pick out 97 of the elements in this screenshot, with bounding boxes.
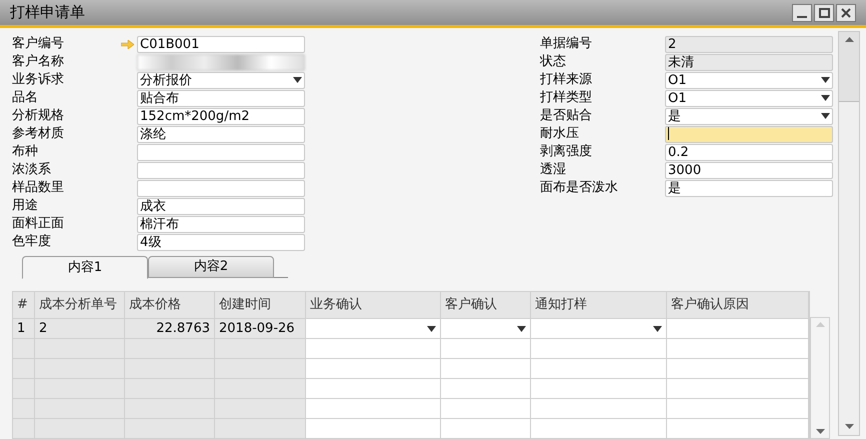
column-header[interactable]: 通知打样 — [531, 292, 667, 318]
dropdown-arrow-icon — [427, 326, 436, 332]
column-header[interactable]: 客户确认原因 — [667, 292, 809, 318]
scroll-down-icon[interactable] — [844, 424, 854, 429]
table-cell[interactable] — [441, 379, 531, 398]
input-field[interactable]: 152cm*200g/m2 — [137, 108, 305, 124]
dropdown-arrow-icon — [517, 326, 526, 332]
input-field[interactable] — [137, 144, 305, 160]
column-header[interactable]: 创建时间 — [215, 292, 306, 318]
field-label: 单据编号 — [540, 36, 593, 52]
column-header[interactable]: 客户确认 — [441, 292, 531, 318]
window-scrollbar[interactable] — [838, 31, 860, 436]
table-cell[interactable] — [441, 399, 531, 418]
input-field[interactable] — [137, 180, 305, 196]
close-button[interactable] — [836, 4, 856, 22]
scroll-up-icon[interactable] — [844, 37, 854, 42]
input-field[interactable] — [137, 162, 305, 178]
field-label: 品名 — [12, 90, 39, 106]
dropdown-field[interactable]: 分析报价 — [137, 72, 305, 88]
input-field[interactable]: 4级 — [137, 234, 305, 250]
table-cell[interactable] — [441, 319, 531, 338]
field-label: 布种 — [12, 144, 39, 160]
table-cell[interactable] — [667, 379, 809, 398]
table-cell[interactable] — [441, 339, 531, 358]
field-label: 打样来源 — [540, 72, 593, 88]
scroll-down-icon[interactable] — [816, 429, 824, 434]
blurred-field[interactable] — [137, 54, 305, 70]
dropdown-arrow-icon — [821, 77, 830, 83]
input-field[interactable]: 贴合布 — [137, 90, 305, 106]
arrow-icon[interactable] — [121, 40, 134, 48]
field-label: 耐水压 — [540, 126, 580, 142]
text-cursor — [668, 127, 669, 140]
tab[interactable]: 内容2 — [148, 256, 274, 278]
dropdown-arrow-icon — [821, 95, 830, 101]
dropdown-arrow-icon — [293, 77, 302, 83]
table-cell[interactable] — [531, 339, 667, 358]
table-cell[interactable] — [667, 419, 809, 438]
input-field[interactable]: C01B001 — [137, 36, 305, 52]
dropdown-arrow-icon — [653, 326, 662, 332]
column-header[interactable]: 业务确认 — [306, 292, 441, 318]
column-header[interactable]: # — [13, 292, 35, 318]
input-field[interactable]: 是 — [665, 180, 833, 196]
dropdown-field[interactable]: O1 — [665, 72, 833, 88]
minimize-icon — [797, 16, 807, 18]
dropdown-field[interactable]: O1 — [665, 90, 833, 106]
field-label: 浓淡系 — [12, 162, 52, 178]
input-field[interactable]: 棉汗布 — [137, 216, 305, 232]
table-cell[interactable] — [667, 339, 809, 358]
table-cell[interactable] — [531, 359, 667, 378]
field-label: 剥离强度 — [540, 144, 593, 160]
dropdown-field[interactable]: 是 — [665, 108, 833, 124]
table-scrollbar[interactable] — [810, 317, 830, 439]
input-field[interactable] — [665, 126, 833, 142]
field-label: 打样类型 — [540, 90, 593, 106]
field-label: 参考材质 — [12, 126, 65, 142]
close-icon — [841, 8, 851, 18]
field-label: 业务诉求 — [12, 72, 65, 88]
input-field[interactable]: 2 — [665, 36, 833, 52]
field-label: 透湿 — [540, 162, 567, 178]
field-label: 客户编号 — [12, 36, 65, 52]
maximize-button[interactable] — [814, 4, 834, 22]
column-header[interactable]: 成本分析单号 — [35, 292, 125, 318]
input-field[interactable]: 3000 — [665, 162, 833, 178]
input-field[interactable]: 未清 — [665, 54, 833, 70]
table-cell[interactable] — [306, 339, 441, 358]
table-cell[interactable] — [531, 419, 667, 438]
table-cell[interactable] — [306, 359, 441, 378]
table-cell[interactable] — [531, 379, 667, 398]
field-label: 面布是否泼水 — [540, 180, 619, 196]
field-label: 用途 — [12, 198, 39, 214]
table-cell[interactable] — [441, 359, 531, 378]
table-cell[interactable] — [667, 319, 809, 338]
maximize-icon — [818, 8, 830, 18]
column-header[interactable]: 成本价格 — [125, 292, 215, 318]
field-label: 样品数里 — [12, 180, 65, 196]
tab[interactable]: 内容1 — [22, 256, 148, 279]
table-cell[interactable] — [667, 399, 809, 418]
table-cell[interactable] — [531, 319, 667, 338]
table-cell[interactable] — [306, 399, 441, 418]
table-cell[interactable] — [531, 399, 667, 418]
field-label: 面料正面 — [12, 216, 65, 232]
dropdown-arrow-icon — [821, 113, 830, 119]
table-cell[interactable] — [441, 419, 531, 438]
minimize-button[interactable] — [792, 4, 812, 22]
input-field[interactable]: 0.2 — [665, 144, 833, 160]
table-cell[interactable] — [306, 419, 441, 438]
field-label: 客户名称 — [12, 54, 65, 70]
input-field[interactable]: 涤纶 — [137, 126, 305, 142]
table-cell[interactable] — [667, 359, 809, 378]
input-field[interactable]: 成衣 — [137, 198, 305, 214]
field-label: 是否贴合 — [540, 108, 593, 124]
field-label: 状态 — [540, 54, 567, 70]
window-title: 打样申请单 — [10, 2, 85, 24]
field-label: 色牢度 — [12, 234, 52, 250]
field-label: 分析规格 — [12, 108, 65, 124]
table-cell[interactable] — [306, 319, 441, 338]
table-cell[interactable] — [306, 379, 441, 398]
